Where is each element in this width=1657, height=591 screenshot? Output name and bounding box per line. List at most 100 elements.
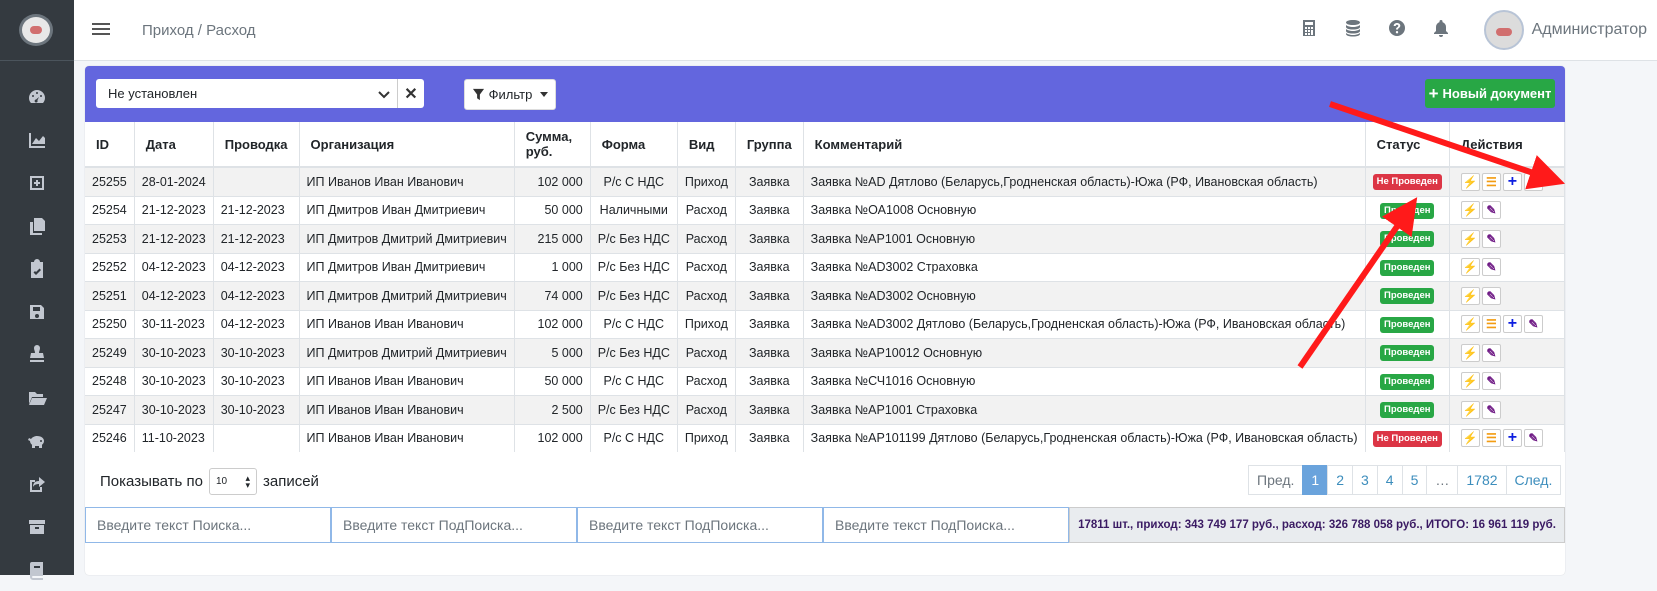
list-icon[interactable]: ☰ xyxy=(1481,172,1501,191)
edit-icon[interactable]: ✎ xyxy=(1523,429,1543,448)
table-row[interactable]: 25251 04-12-2023 04-12-2023 ИП Дмитров Дмит… xyxy=(85,281,1565,310)
column-header[interactable]: Сумма, руб. xyxy=(514,122,591,168)
table-row[interactable]: 25255 28-01-2024 ИП Иванов Иван Иванович 10… xyxy=(85,166,1565,196)
edit-icon[interactable]: ✎ xyxy=(1523,172,1543,191)
clear-select-button[interactable]: ✕ xyxy=(397,79,424,108)
table-row[interactable]: 25252 04-12-2023 04-12-2023 ИП Дмитров Иван… xyxy=(85,252,1565,282)
column-header[interactable]: Организация xyxy=(299,122,515,168)
search-input[interactable]: Введите текст Поиска... xyxy=(85,507,331,543)
column-header[interactable]: Действия xyxy=(1449,122,1565,168)
edit-icon[interactable]: ✎ xyxy=(1481,343,1501,362)
cell-date: 04-12-2023 xyxy=(134,281,214,310)
brand-logo[interactable] xyxy=(19,14,53,46)
add-plus-icon[interactable]: + xyxy=(1502,172,1522,191)
table-row[interactable]: 25248 30-10-2023 30-10-2023 ИП Иванов Иван … xyxy=(85,366,1565,396)
sort-arrows-icon: ▴ ▾ xyxy=(245,472,250,490)
next-page-button[interactable]: След. xyxy=(1505,465,1562,495)
plus-square-icon[interactable] xyxy=(0,161,74,204)
execute-bolt-icon[interactable]: ⚡ xyxy=(1460,172,1480,191)
execute-bolt-icon[interactable]: ⚡ xyxy=(1460,286,1480,305)
piggy-bank-icon[interactable] xyxy=(0,419,74,462)
table-row[interactable]: 25250 30-11-2023 04-12-2023 ИП Иванов Иван … xyxy=(85,309,1565,339)
page-size-value: 10 xyxy=(215,476,228,487)
execute-bolt-icon[interactable]: ⚡ xyxy=(1460,400,1480,419)
column-header[interactable]: Вид xyxy=(677,122,736,168)
page-button[interactable]: 3 xyxy=(1351,465,1378,495)
execute-bolt-icon[interactable]: ⚡ xyxy=(1460,315,1480,334)
list-icon[interactable]: ☰ xyxy=(1481,429,1501,448)
status-badge: Проведен xyxy=(1379,373,1435,390)
save-icon[interactable] xyxy=(0,290,74,333)
subsearch-input-1[interactable]: Введите текст ПодПоиска... xyxy=(331,507,577,543)
column-header[interactable]: Дата xyxy=(134,122,214,168)
edit-icon[interactable]: ✎ xyxy=(1481,286,1501,305)
filter-button[interactable]: Фильтр xyxy=(464,79,556,110)
cell-actions: ⚡ ✎ xyxy=(1449,395,1565,424)
totals-summary: 17811 шт., приход: 343 749 177 руб., рас… xyxy=(1069,507,1565,543)
coins-icon[interactable] xyxy=(1343,18,1363,38)
edit-icon[interactable]: ✎ xyxy=(1481,229,1501,248)
cell-kind: Приход xyxy=(677,423,736,452)
avatar[interactable] xyxy=(1483,10,1524,50)
cell-posting: 04-12-2023 xyxy=(213,252,300,282)
table-row[interactable]: 25249 30-10-2023 30-10-2023 ИП Дмитров Дмит… xyxy=(85,338,1565,367)
edit-icon[interactable]: ✎ xyxy=(1523,315,1543,334)
page-size-select[interactable]: 10 ▴ ▾ xyxy=(208,468,257,495)
dashboard-icon[interactable] xyxy=(0,75,74,118)
folder-open-icon[interactable] xyxy=(0,376,74,419)
chart-area-icon[interactable] xyxy=(0,118,74,161)
column-header[interactable]: Проводка xyxy=(213,122,300,168)
cell-sum: 50 000 xyxy=(514,195,591,225)
execute-bolt-icon[interactable]: ⚡ xyxy=(1460,201,1480,220)
execute-bolt-icon[interactable]: ⚡ xyxy=(1460,372,1480,391)
edit-icon[interactable]: ✎ xyxy=(1481,372,1501,391)
filter-label: Фильтр xyxy=(488,87,533,102)
organization-select[interactable]: Не установлен ✕ xyxy=(96,79,424,108)
edit-icon[interactable]: ✎ xyxy=(1481,201,1501,220)
prev-page-button[interactable]: Пред. xyxy=(1248,465,1304,495)
cell-status: Проведен xyxy=(1365,252,1450,282)
page-button[interactable]: 2 xyxy=(1327,465,1353,495)
cell-status: Не Проведен xyxy=(1365,423,1450,452)
cell-form: Р/с С НДС xyxy=(590,366,678,396)
user-name[interactable]: Администратор xyxy=(1532,21,1647,39)
page-button[interactable]: 4 xyxy=(1376,465,1403,495)
share-square-icon[interactable] xyxy=(0,462,74,505)
column-header[interactable]: Статус xyxy=(1365,122,1450,168)
page-button[interactable]: 1782 xyxy=(1457,465,1507,495)
calculator-icon[interactable] xyxy=(1299,18,1319,38)
menu-toggle-icon[interactable] xyxy=(92,20,110,38)
column-header[interactable]: Комментарий xyxy=(803,122,1366,168)
cell-kind: Расход xyxy=(677,395,736,424)
subsearch-input-3[interactable]: Введите текст ПодПоиска... xyxy=(823,507,1069,543)
filter-icon xyxy=(472,88,484,101)
archive-icon[interactable] xyxy=(0,505,74,548)
column-header[interactable]: ID xyxy=(85,122,135,168)
page-button[interactable]: 5 xyxy=(1401,465,1428,495)
book-icon[interactable] xyxy=(0,548,74,591)
list-icon[interactable]: ☰ xyxy=(1481,315,1501,334)
execute-bolt-icon[interactable]: ⚡ xyxy=(1460,343,1480,362)
table-row[interactable]: 25254 21-12-2023 21-12-2023 ИП Дмитров Иван… xyxy=(85,195,1565,225)
page-button[interactable]: 1 xyxy=(1302,465,1329,495)
bell-icon[interactable] xyxy=(1431,18,1451,38)
column-header[interactable]: Группа xyxy=(735,122,804,168)
subsearch-input-2[interactable]: Введите текст ПодПоиска... xyxy=(577,507,823,543)
question-circle-icon[interactable] xyxy=(1387,18,1407,38)
column-header[interactable]: Форма xyxy=(590,122,678,168)
add-plus-icon[interactable]: + xyxy=(1502,315,1522,334)
execute-bolt-icon[interactable]: ⚡ xyxy=(1460,258,1480,277)
add-plus-icon[interactable]: + xyxy=(1502,429,1522,448)
stamp-icon[interactable] xyxy=(0,333,74,376)
edit-icon[interactable]: ✎ xyxy=(1481,258,1501,277)
clipboard-check-icon[interactable] xyxy=(0,247,74,290)
new-document-button[interactable]: + Новый документ xyxy=(1425,79,1555,108)
execute-bolt-icon[interactable]: ⚡ xyxy=(1460,229,1480,248)
cell-id: 25253 xyxy=(85,224,135,253)
edit-icon[interactable]: ✎ xyxy=(1481,400,1501,419)
copy-icon[interactable] xyxy=(0,204,74,247)
table-row[interactable]: 25253 21-12-2023 21-12-2023 ИП Дмитров Дмит… xyxy=(85,224,1565,253)
execute-bolt-icon[interactable]: ⚡ xyxy=(1460,429,1480,448)
table-row[interactable]: 25246 11-10-2023 ИП Иванов Иван Иванович 10… xyxy=(85,423,1565,452)
table-row[interactable]: 25247 30-10-2023 30-10-2023 ИП Иванов Иван … xyxy=(85,395,1565,424)
